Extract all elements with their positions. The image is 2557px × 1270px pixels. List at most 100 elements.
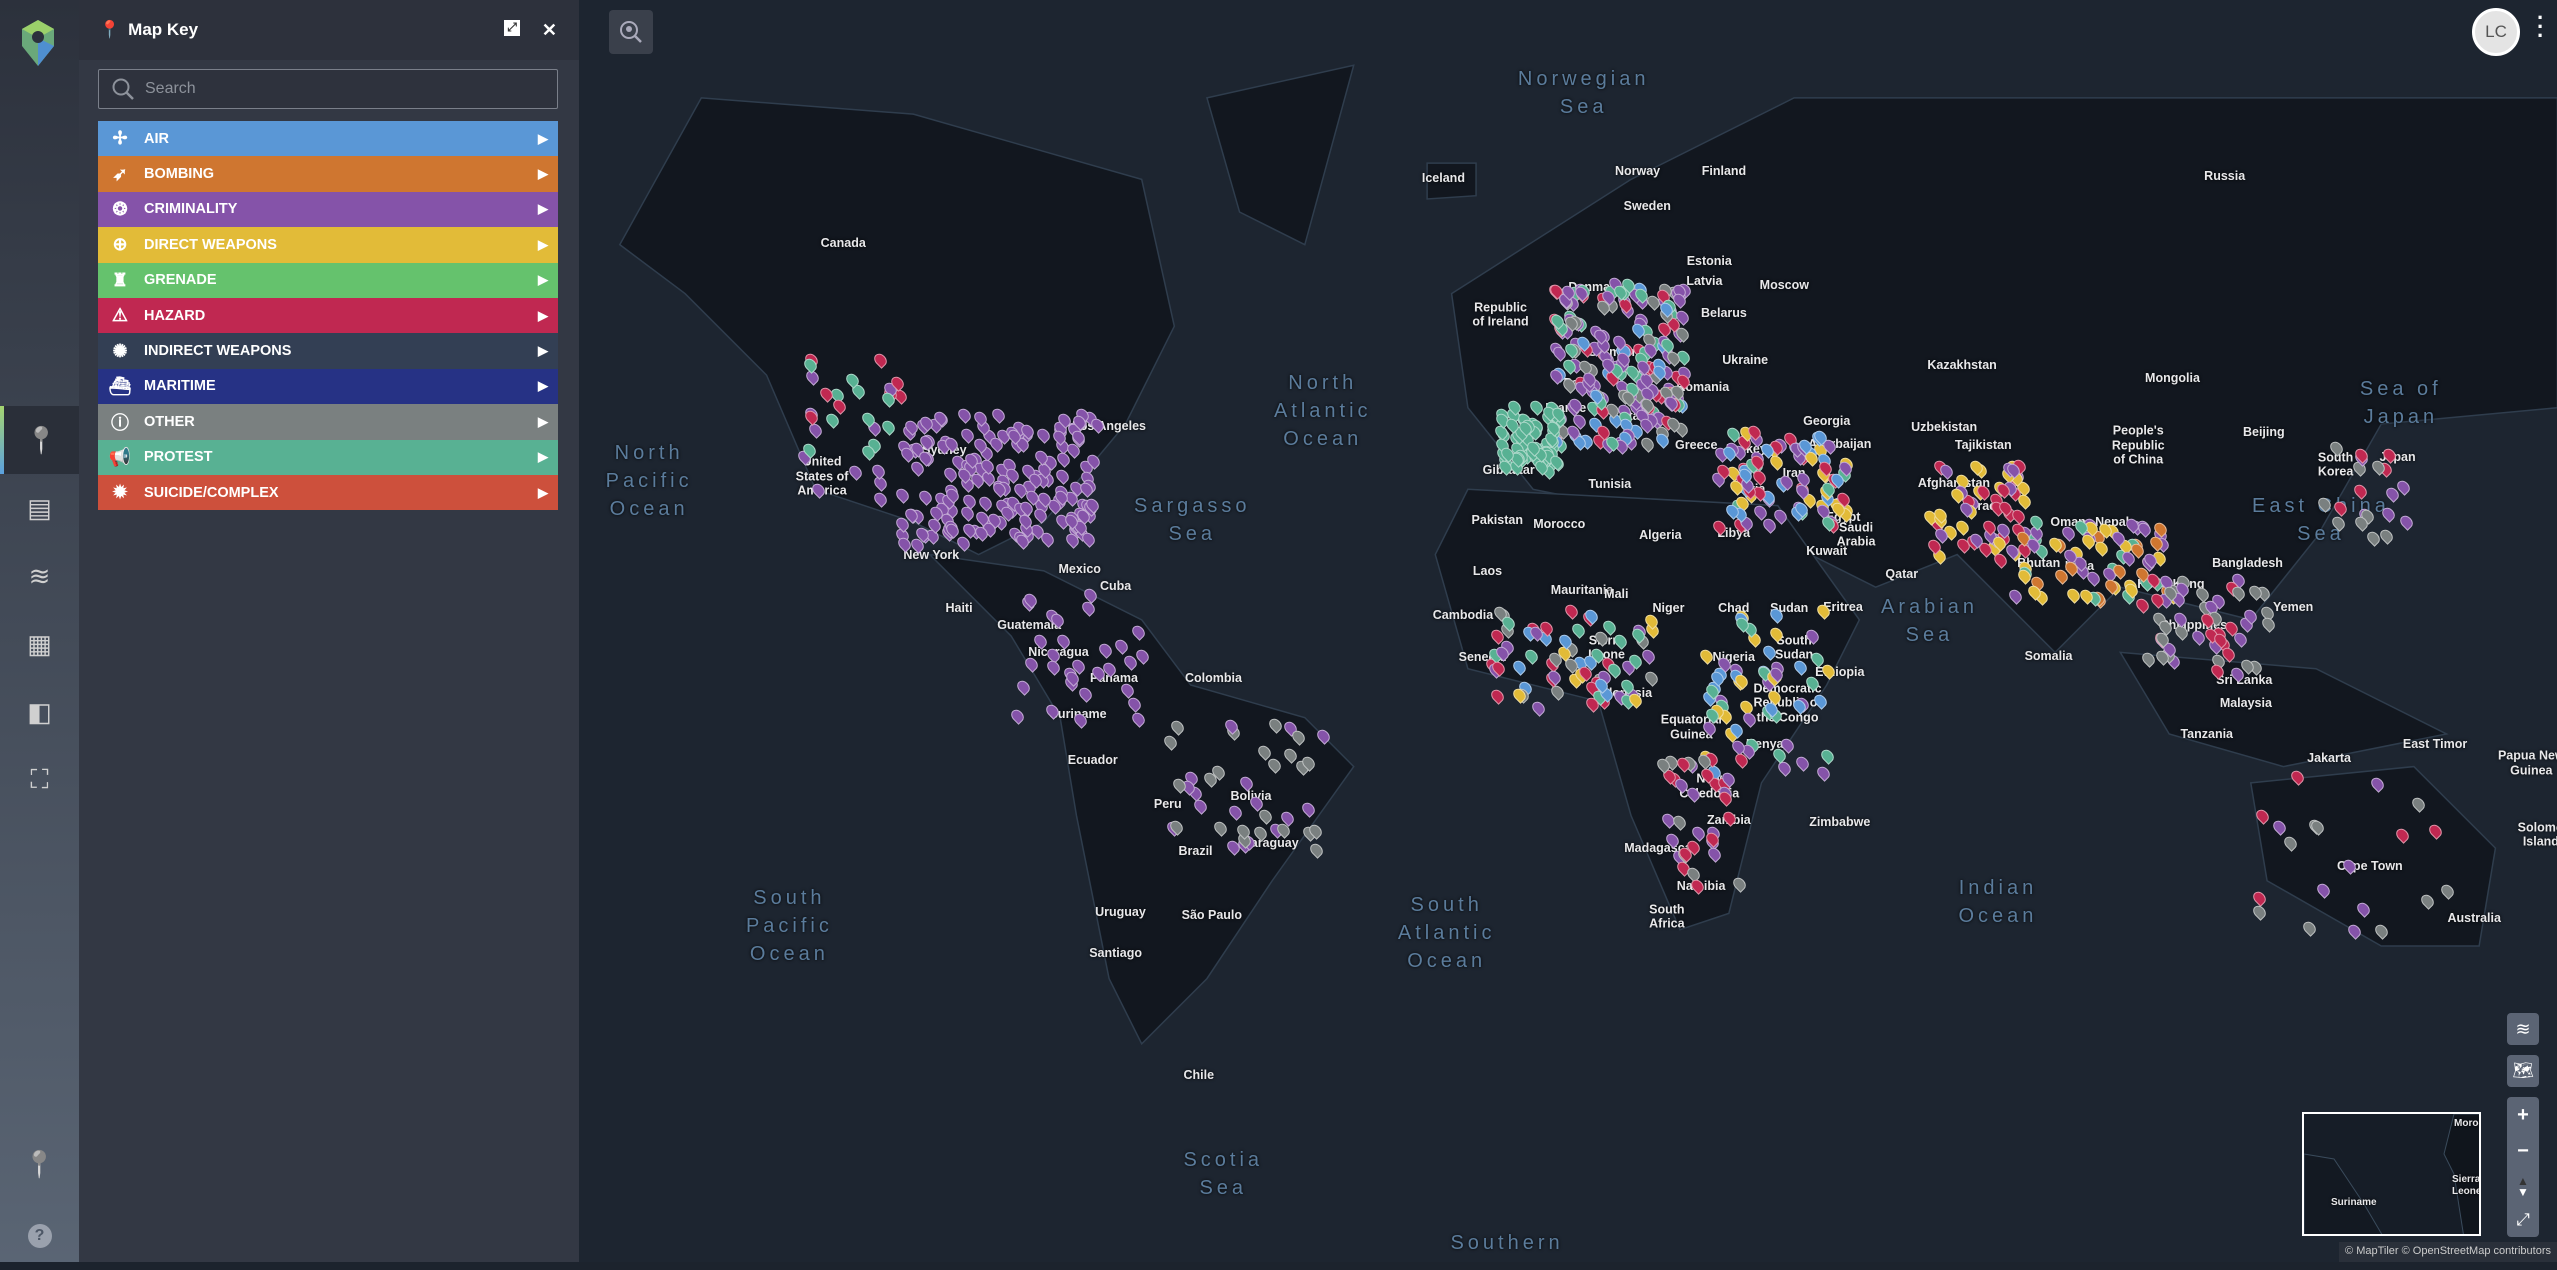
chevron-right-icon: ▶ bbox=[538, 272, 548, 288]
chevron-right-icon: ▶ bbox=[538, 414, 548, 430]
ocean-label: Sea of Japan bbox=[2360, 375, 2442, 431]
fingerprint-icon: ❂ bbox=[108, 199, 132, 220]
map-search-button[interactable] bbox=[609, 10, 653, 54]
crosshair-icon: ⊕ bbox=[108, 234, 132, 255]
category-label: INDIRECT WEAPONS bbox=[144, 343, 291, 359]
map-land bbox=[579, 0, 2557, 1262]
minimap-label: Suriname bbox=[2331, 1197, 2377, 1209]
rail-item-location-layers[interactable]: ⛶ bbox=[0, 746, 79, 814]
more-menu-icon[interactable]: ··· bbox=[2537, 14, 2544, 40]
map-pin-icon: 📍 bbox=[25, 425, 57, 456]
location-layers-icon: ⛶ bbox=[30, 764, 48, 796]
user-avatar[interactable]: LC bbox=[2472, 8, 2520, 56]
building-icon: ▦ bbox=[27, 629, 52, 660]
location-info-icon: 📍 bbox=[23, 1149, 55, 1180]
category-label: PROTEST bbox=[144, 449, 212, 465]
layers-button[interactable]: ≋ bbox=[2507, 1013, 2539, 1045]
rail-item-location-help[interactable]: 📍 bbox=[0, 1130, 79, 1198]
basemap-button[interactable]: 🗺 bbox=[2507, 1055, 2539, 1087]
place-label: Tajikistan bbox=[1955, 438, 2012, 452]
place-label: Peru bbox=[1154, 797, 1182, 811]
place-label: Beijing bbox=[2243, 425, 2285, 439]
map-canvas[interactable]: Norwegian SeaNorth Atlantic OceanNorth P… bbox=[579, 0, 2557, 1262]
category-label: GRENADE bbox=[144, 272, 217, 288]
place-label: Republic of Ireland bbox=[1472, 300, 1528, 329]
close-icon[interactable]: ✕ bbox=[542, 20, 557, 41]
minimap[interactable]: Suriname Moroc Sierra Leone bbox=[2302, 1112, 2481, 1236]
chevron-right-icon: ▶ bbox=[538, 378, 548, 394]
place-label: East Timor bbox=[2403, 737, 2467, 751]
ocean-label: Arabian Sea bbox=[1881, 593, 1978, 649]
place-label: South Africa bbox=[1649, 902, 1684, 931]
category-hazard[interactable]: ⚠HAZARD▶ bbox=[98, 298, 558, 333]
layers-icon: ≋ bbox=[29, 561, 51, 592]
place-label: Bangladesh bbox=[2212, 556, 2283, 570]
rail-item-buildings[interactable]: ▦ bbox=[0, 610, 79, 678]
category-maritime[interactable]: ⛴MARITIME▶ bbox=[98, 369, 558, 404]
search-field bbox=[98, 69, 558, 109]
place-label: Brazil bbox=[1178, 844, 1212, 858]
place-label: Australia bbox=[2447, 911, 2501, 925]
place-label: Niger bbox=[1653, 601, 1685, 615]
search-input[interactable] bbox=[145, 80, 545, 98]
compass-icon[interactable]: ▲▼ bbox=[2517, 1176, 2529, 1198]
place-label: Tunisia bbox=[1588, 477, 1631, 491]
category-direct-weapons[interactable]: ⊕DIRECT WEAPONS▶ bbox=[98, 227, 558, 262]
category-label: OTHER bbox=[144, 414, 195, 430]
category-air[interactable]: ✢AIR▶ bbox=[98, 121, 558, 156]
place-label: Laos bbox=[1473, 564, 1502, 578]
place-label: Colombia bbox=[1185, 671, 1242, 685]
category-label: DIRECT WEAPONS bbox=[144, 237, 277, 253]
rail-item-news[interactable]: ▤ bbox=[0, 474, 79, 542]
landmass bbox=[2120, 652, 2446, 766]
category-suicide-complex[interactable]: ✹SUICIDE/COMPLEX▶ bbox=[98, 475, 558, 510]
panel-header: 📍 Map Key ⤢ ✕ bbox=[79, 0, 579, 60]
place-label: People's Republic of China bbox=[2112, 424, 2165, 467]
category-criminality[interactable]: ❂CRIMINALITY▶ bbox=[98, 192, 558, 227]
category-label: BOMBING bbox=[144, 166, 214, 182]
exclamation-circle-icon: ⓘ bbox=[108, 409, 132, 435]
category-bombing[interactable]: ➶BOMBING▶ bbox=[98, 156, 558, 191]
place-label: Mexico bbox=[1059, 562, 1101, 576]
place-label: Pakistan bbox=[1472, 513, 1523, 527]
fullscreen-icon[interactable]: ⤢ bbox=[2516, 1210, 2530, 1230]
place-label: Norway bbox=[1615, 164, 1660, 178]
place-label: Belarus bbox=[1701, 306, 1747, 320]
megaphone-icon: 📢 bbox=[108, 447, 132, 468]
ocean-label: South Pacific Ocean bbox=[746, 884, 833, 968]
place-label: Mongolia bbox=[2145, 371, 2200, 385]
place-label: Ecuador bbox=[1068, 753, 1118, 767]
chevron-right-icon: ▶ bbox=[538, 449, 548, 465]
map-icon: 🗺 bbox=[2512, 1061, 2534, 1081]
category-other[interactable]: ⓘ OTHER ▶ bbox=[98, 404, 558, 439]
zoom-out-button[interactable]: − bbox=[2517, 1140, 2529, 1163]
map-key-panel: 📍 Map Key ⤢ ✕ ✢AIR▶➶BOMBING▶❂CRIMINALITY… bbox=[79, 0, 579, 1262]
panel-title: Map Key bbox=[128, 20, 198, 40]
zoom-controls: + − ▲▼ ⤢ bbox=[2507, 1097, 2539, 1237]
place-label: Tanzania bbox=[2180, 727, 2233, 741]
chevron-right-icon: ▶ bbox=[538, 166, 548, 182]
rail-item-layers[interactable]: ≋ bbox=[0, 542, 79, 610]
chevron-right-icon: ▶ bbox=[538, 308, 548, 324]
rail-item-dashboard[interactable]: ◧ bbox=[0, 678, 79, 746]
map-attribution[interactable]: © MapTiler © OpenStreetMap contributors bbox=[2339, 1242, 2557, 1262]
category-indirect-weapons[interactable]: ✺INDIRECT WEAPONS▶ bbox=[98, 333, 558, 368]
suicide-complex-icon: ✹ bbox=[108, 482, 132, 503]
rail-item-map-key[interactable]: 📍 bbox=[0, 406, 79, 474]
place-label: Mali bbox=[1604, 586, 1628, 600]
app-logo[interactable] bbox=[20, 20, 56, 66]
place-label: Saudi Arabia bbox=[1837, 521, 1876, 550]
chevron-right-icon: ▶ bbox=[538, 201, 548, 217]
ocean-label: Southern bbox=[1450, 1229, 1563, 1257]
category-protest[interactable]: 📢 PROTEST ▶ bbox=[98, 440, 558, 475]
category-grenade[interactable]: ♜GRENADE▶ bbox=[98, 263, 558, 298]
zoom-in-button[interactable]: + bbox=[2517, 1104, 2529, 1127]
ocean-label: South Atlantic Ocean bbox=[1398, 891, 1496, 975]
chevron-right-icon: ▶ bbox=[538, 343, 548, 359]
place-label: Algeria bbox=[1639, 528, 1681, 542]
expand-icon[interactable]: ⤢ bbox=[504, 20, 520, 36]
layout-icon: ◧ bbox=[27, 697, 52, 728]
rail-item-help[interactable]: ? bbox=[0, 1202, 79, 1270]
place-label: Kazakhstan bbox=[1927, 358, 1996, 372]
place-label: Georgia bbox=[1803, 414, 1850, 428]
